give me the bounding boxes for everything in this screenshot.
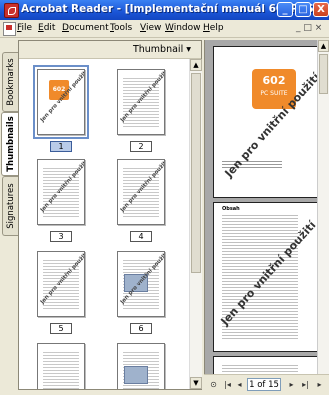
acrobat-icon[interactable] [4,3,19,18]
scroll-thumb[interactable] [319,54,328,94]
menu-bar: File Edit Document Tools View Window Hel… [0,20,329,38]
document-page-3 [213,356,319,374]
thumbnail-image: Jen pro vnitřní použití [117,159,165,225]
thumbnail-image [117,343,165,389]
thumbnail-menu-button[interactable]: Thumbnail ▾ [133,44,191,55]
thumbnail-page-5[interactable]: Jen pro vnitřní použití 5 [31,251,91,334]
thumbnail-scrollbar[interactable]: ▲ ▼ [189,59,202,389]
document-page-1: 602 PC SUITE Jen pro vnitřní použití [213,46,319,198]
thumbnail-number: 2 [130,141,152,152]
next-page-icon[interactable]: ▸ [286,379,297,390]
document-scrollbar[interactable]: ▲ [317,40,329,374]
title-bar: Acrobat Reader - [Implementační manuál 6… [0,0,329,20]
thumbnail-image: Jen pro vnitřní použití [37,251,85,317]
document-view[interactable]: 602 PC SUITE Jen pro vnitřní použití Obsa… [204,40,329,374]
menu-tools[interactable]: Tools [110,23,132,33]
scroll-down-icon[interactable]: ▼ [190,377,202,389]
page-layout-icon[interactable]: ⊙ [208,379,219,390]
toc-heading: Obsah [222,206,240,212]
thumbnail-page-4[interactable]: Jen pro vnitřní použití 4 [111,159,171,242]
thumbnail-number: 6 [130,323,152,334]
thumbnail-image: Jen pro vnitřní použití [37,159,85,225]
thumbnail-panel-header: Thumbnail ▾ [19,41,201,59]
thumbnail-page-2[interactable]: Jen pro vnitřní použití 2 [111,69,171,152]
thumbnail-list[interactable]: 602 Jen pro vnitřní použití 1 Jen pro vn… [19,59,189,389]
thumbnail-image [37,343,85,389]
menu-help[interactable]: Help [203,23,224,33]
page-number-field[interactable]: 1 of 15 [247,378,281,391]
thumbnail-number: 1 [50,141,72,152]
minimize-button[interactable]: _ [277,2,293,17]
document-window-controls[interactable]: _ □ × [296,23,322,33]
menu-file[interactable]: File [17,23,32,33]
thumbnail-number: 4 [130,231,152,242]
thumbnail-page-1[interactable]: 602 Jen pro vnitřní použití 1 [31,65,91,152]
last-page-icon[interactable]: ▸| [300,379,311,390]
thumbnail-number: 3 [50,231,72,242]
thumbnail-page-6[interactable]: Jen pro vnitřní použití 6 [111,251,171,334]
menu-view[interactable]: View [140,23,161,33]
thumbnail-number: 5 [50,323,72,334]
thumbnail-image: Jen pro vnitřní použití [117,69,165,135]
scroll-thumb[interactable] [191,73,201,273]
menu-document[interactable]: Document [62,23,109,33]
close-button[interactable]: X [313,2,329,17]
first-page-icon[interactable]: |◂ [222,379,233,390]
previous-page-icon[interactable]: ◂ [234,379,245,390]
document-page-2: Obsah Jen pro vnitřní použití [213,202,319,352]
tab-bookmarks[interactable]: Bookmarks [2,52,18,112]
thumbnail-image: 602 Jen pro vnitřní použití [33,65,89,139]
maximize-button[interactable]: □ [295,2,311,17]
menu-window[interactable]: Window [165,23,201,33]
thumbnail-page-3[interactable]: Jen pro vnitřní použití 3 [31,159,91,242]
thumbnail-page-7[interactable] [31,343,91,389]
menu-edit[interactable]: Edit [38,23,55,33]
screenshot-image [124,366,148,384]
page-navigation-bar: ⊙ |◂ ◂ 1 of 15 ▸ ▸| ▸ [204,374,329,395]
tab-thumbnails[interactable]: Thumbnails [1,112,19,176]
thumbnail-image: Jen pro vnitřní použití [117,251,165,317]
scroll-up-icon[interactable]: ▲ [190,59,202,71]
thumbnail-page-8[interactable] [111,343,171,389]
tab-signatures[interactable]: Signatures [2,176,18,236]
scroll-up-icon[interactable]: ▲ [318,40,329,52]
document-icon[interactable] [3,22,16,36]
scroll-right-icon[interactable]: ▸ [314,379,325,390]
